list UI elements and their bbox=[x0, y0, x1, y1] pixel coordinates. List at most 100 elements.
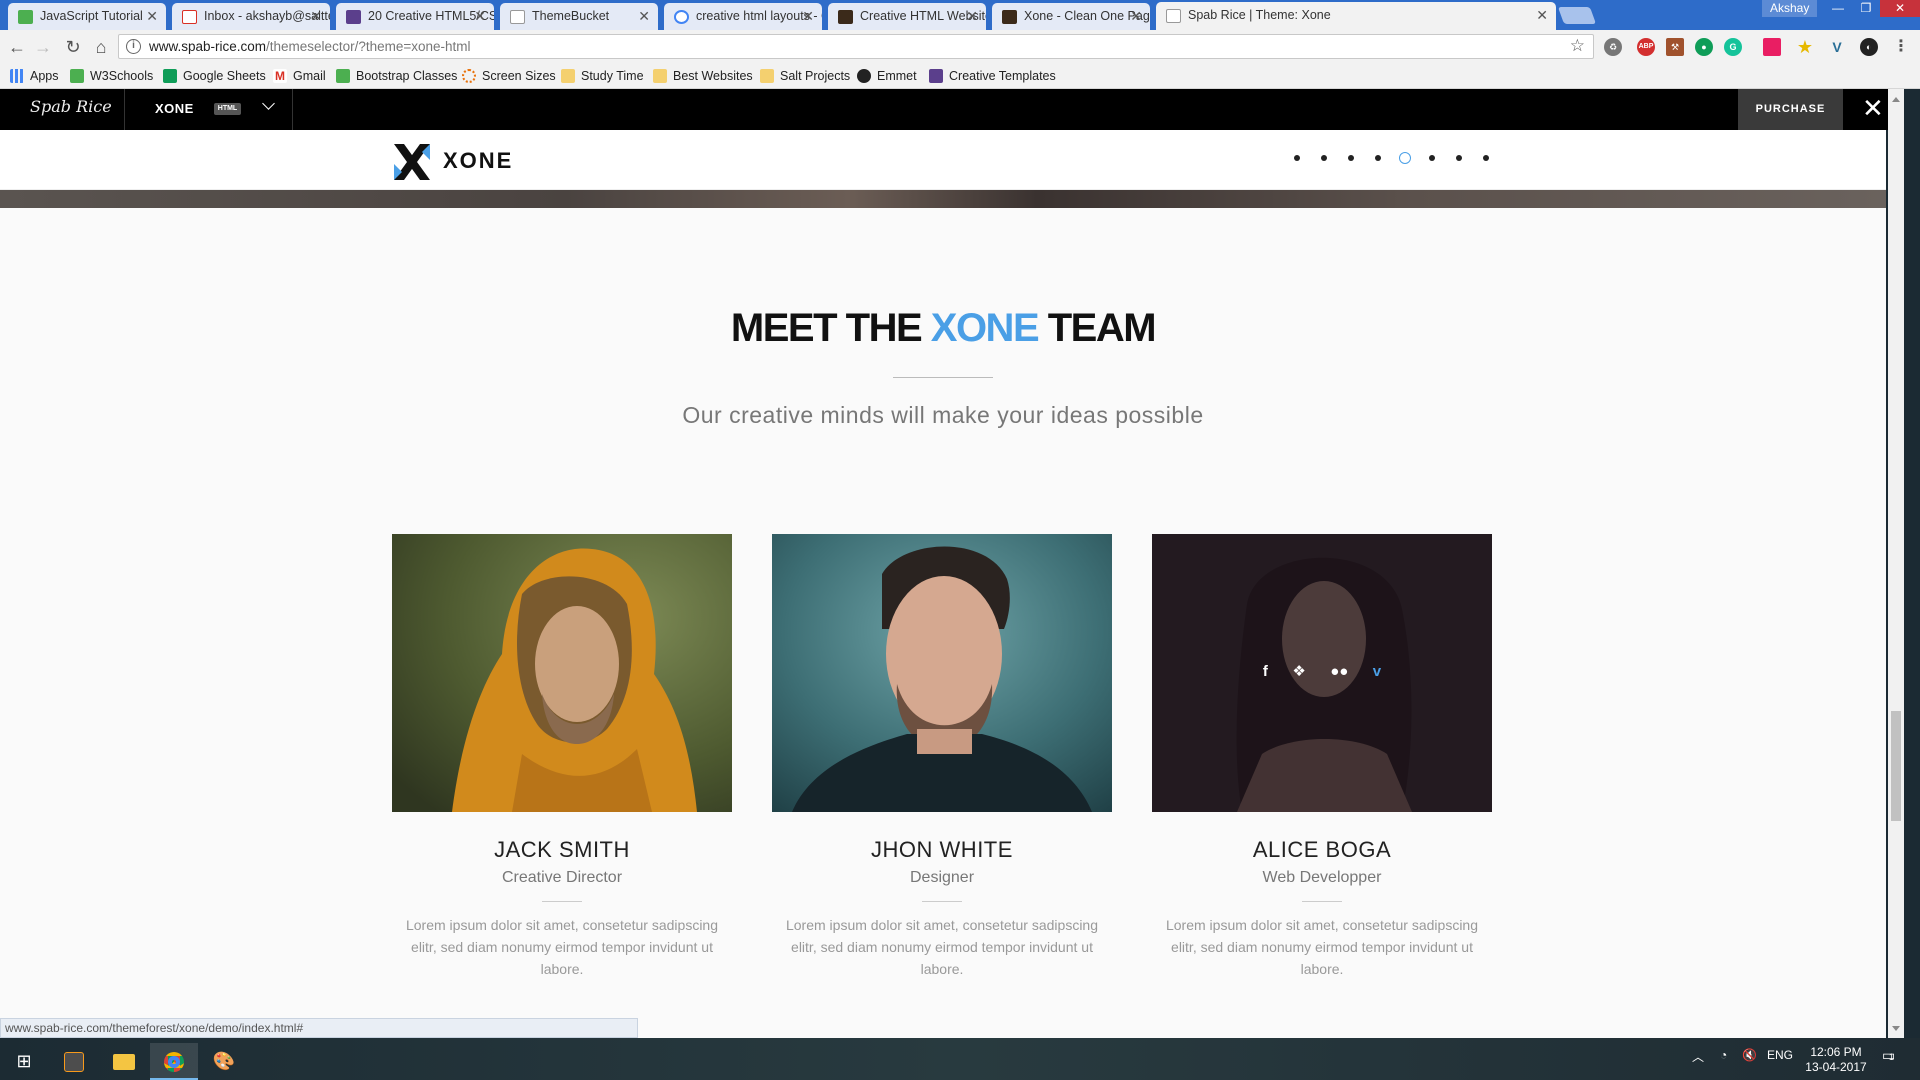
apps-grid-icon bbox=[10, 69, 24, 83]
new-tab-button[interactable] bbox=[1557, 7, 1597, 24]
hangouts-icon[interactable]: ● bbox=[1695, 38, 1713, 56]
browser-tab[interactable]: JavaScript Tutorial ✕ bbox=[8, 3, 166, 30]
wifi-icon[interactable]: ◔ bbox=[1720, 1048, 1727, 1062]
browser-tab[interactable]: creative html layouts - G ✕ bbox=[664, 3, 822, 30]
adblock-icon[interactable]: ABP bbox=[1637, 38, 1655, 56]
close-icon[interactable]: ✕ bbox=[966, 3, 978, 30]
extension-icon[interactable]: ◐ bbox=[1860, 38, 1878, 56]
purchase-button[interactable]: PURCHASE bbox=[1738, 89, 1843, 130]
browser-tab[interactable]: Inbox - akshayb@saltte ✕ bbox=[172, 3, 330, 30]
menu-icon[interactable]: ⋮ bbox=[1892, 38, 1910, 56]
facebook-icon[interactable]: f bbox=[1263, 663, 1268, 680]
reload-icon[interactable]: ↻ bbox=[62, 36, 84, 58]
clock[interactable]: 12:06 PM 13-04-2017 bbox=[1796, 1045, 1876, 1075]
paint-icon[interactable]: 🎨 bbox=[200, 1043, 248, 1080]
close-icon[interactable]: ✕ bbox=[1536, 2, 1548, 29]
vue-icon[interactable]: V bbox=[1828, 38, 1846, 56]
close-icon[interactable]: ✕ bbox=[146, 3, 158, 30]
language-indicator[interactable]: ENG bbox=[1767, 1048, 1793, 1062]
extension-recycle-icon[interactable]: ♻ bbox=[1604, 38, 1622, 56]
close-icon[interactable]: ✕ bbox=[638, 3, 650, 30]
browser-tab[interactable]: ThemeBucket ✕ bbox=[500, 3, 658, 30]
bookmark-best-websites[interactable]: Best Websites bbox=[653, 67, 753, 85]
bookmark-google-sheets[interactable]: Google Sheets bbox=[163, 67, 266, 85]
bookmark-salt-projects[interactable]: Salt Projects bbox=[760, 67, 850, 85]
bookmark-emmet[interactable]: Emmet bbox=[857, 67, 917, 85]
extension-icon[interactable]: ⚒ bbox=[1666, 38, 1684, 56]
windows-start-icon[interactable]: ⊞ bbox=[0, 1043, 48, 1080]
emmet-icon bbox=[857, 69, 871, 83]
close-icon[interactable]: ✕ bbox=[474, 3, 486, 30]
scroll-up-icon[interactable] bbox=[1892, 93, 1900, 102]
google-icon bbox=[674, 10, 689, 24]
section-title: MEET THE XONE TEAM bbox=[0, 306, 1886, 351]
close-icon[interactable]: ✕ bbox=[310, 3, 322, 30]
bookmark-bootstrap[interactable]: Bootstrap Classes bbox=[336, 67, 457, 85]
info-icon[interactable]: i bbox=[126, 39, 141, 54]
bookmark-label: Google Sheets bbox=[183, 69, 266, 83]
dropbox-icon[interactable]: ❖ bbox=[1292, 662, 1305, 680]
nav-dot[interactable] bbox=[1456, 155, 1462, 161]
nav-dot[interactable] bbox=[1348, 155, 1354, 161]
close-icon[interactable]: ✕ bbox=[1862, 94, 1884, 122]
bookmark-study-time[interactable]: Study Time bbox=[561, 67, 644, 85]
address-bar[interactable]: i www.spab-rice.com/themeselector/?theme… bbox=[118, 34, 1594, 59]
theme-name[interactable]: XONE bbox=[155, 101, 194, 116]
member-photo[interactable] bbox=[772, 534, 1112, 812]
home-icon[interactable]: ⌂ bbox=[90, 36, 112, 58]
browser-tab[interactable]: Xone - Clean One Page T ✕ bbox=[992, 3, 1150, 30]
nav-dot[interactable] bbox=[1483, 155, 1489, 161]
star-extension-icon[interactable]: ★ bbox=[1796, 38, 1814, 56]
extension-icon[interactable] bbox=[1763, 38, 1781, 56]
volume-muted-icon[interactable]: 🔇 bbox=[1742, 1048, 1757, 1062]
profile-button[interactable]: Akshay bbox=[1762, 0, 1818, 17]
logo-text[interactable]: XONE bbox=[443, 148, 513, 174]
forward-icon[interactable]: → bbox=[32, 36, 54, 58]
site-header: XONE bbox=[0, 130, 1886, 190]
restore-icon[interactable]: ❐ bbox=[1852, 0, 1880, 17]
close-icon[interactable]: ✕ bbox=[1130, 3, 1142, 30]
minimize-icon[interactable]: — bbox=[1824, 0, 1852, 17]
xone-logo-icon[interactable] bbox=[392, 142, 432, 182]
back-icon[interactable]: ← bbox=[6, 36, 28, 58]
nav-dot-active[interactable] bbox=[1399, 152, 1411, 164]
close-icon[interactable]: ✕ bbox=[802, 3, 814, 30]
grammarly-icon[interactable]: G bbox=[1724, 38, 1742, 56]
scrollbar-thumb[interactable] bbox=[1891, 711, 1901, 821]
tab-title: ThemeBucket bbox=[532, 9, 610, 23]
nav-dot[interactable] bbox=[1321, 155, 1327, 161]
nav-dot[interactable] bbox=[1294, 155, 1300, 161]
browser-tab[interactable]: 20 Creative HTML5/CSS ✕ bbox=[336, 3, 494, 30]
chrome-icon[interactable] bbox=[150, 1043, 198, 1080]
vimeo-icon[interactable]: v bbox=[1373, 663, 1381, 680]
url-text[interactable]: www.spab-rice.com/themeselector/?theme=x… bbox=[149, 35, 471, 58]
browser-tab[interactable]: Creative HTML Website T ✕ bbox=[828, 3, 986, 30]
file-explorer-icon[interactable] bbox=[100, 1043, 148, 1080]
bookmark-w3schools[interactable]: W3Schools bbox=[70, 67, 153, 85]
flickr-icon[interactable]: ●● bbox=[1330, 663, 1348, 680]
member-photo[interactable] bbox=[392, 534, 732, 812]
bookmark-label: Best Websites bbox=[673, 69, 753, 83]
social-links: f ❖ ●● v bbox=[1152, 662, 1492, 681]
window-close-icon[interactable]: ✕ bbox=[1880, 0, 1920, 17]
member-photo[interactable]: f ❖ ●● v bbox=[1152, 534, 1492, 812]
spab-rice-logo[interactable]: Spab Rice bbox=[30, 97, 112, 116]
nav-dot[interactable] bbox=[1429, 155, 1435, 161]
member-bio: Lorem ipsum dolor sit amet, consetetur s… bbox=[785, 917, 1099, 977]
member-role: Creative Director bbox=[501, 869, 623, 886]
chevron-down-icon[interactable] bbox=[262, 97, 275, 110]
bookmark-star-icon[interactable]: ☆ bbox=[1570, 36, 1585, 56]
link-status-bar: www.spab-rice.com/themeforest/xone/demo/… bbox=[0, 1018, 638, 1038]
team-member-card: JHON WHITE Designer Lorem ipsum dolor si… bbox=[772, 534, 1112, 980]
bookmark-creative-templates[interactable]: Creative Templates bbox=[929, 67, 1056, 85]
bookmark-apps[interactable]: Apps bbox=[10, 67, 59, 85]
w3schools-icon bbox=[18, 10, 33, 24]
browser-tab-active[interactable]: Spab Rice | Theme: Xone ✕ bbox=[1156, 2, 1556, 30]
bookmark-gmail[interactable]: M Gmail bbox=[273, 67, 326, 85]
sublime-text-icon[interactable] bbox=[50, 1043, 98, 1080]
nav-dot[interactable] bbox=[1375, 155, 1381, 161]
scroll-down-icon[interactable] bbox=[1892, 1026, 1900, 1035]
page-scrollbar[interactable] bbox=[1888, 89, 1904, 1038]
bookmark-screen-sizes[interactable]: Screen Sizes bbox=[462, 67, 556, 85]
tray-expand-icon[interactable]: ︿ bbox=[1692, 1048, 1704, 1065]
